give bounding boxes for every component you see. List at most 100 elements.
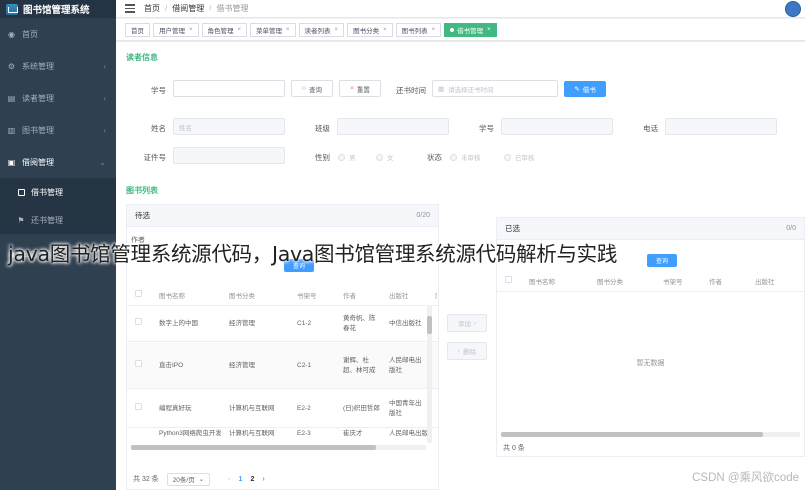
chevron-left-icon: ‹ (103, 61, 106, 71)
next-page-icon[interactable]: › (262, 476, 264, 483)
square-icon (17, 188, 25, 196)
select-all-checkbox[interactable] (505, 276, 512, 283)
breadcrumb-home[interactable]: 首页 (144, 3, 160, 14)
borrow-icon: ▣ (7, 157, 16, 167)
return-time-label: 还书时间 (396, 86, 426, 95)
selected-pagination: 共 0 条 (497, 440, 804, 456)
status-label: 状态 (427, 153, 442, 162)
selected-table-header: 图书名称 图书分类 书架号 作者 出版社 (497, 270, 804, 292)
sidebar-item-books[interactable]: ▥ 图书管理 ‹ (0, 114, 116, 146)
name-input[interactable]: 姓名 (173, 118, 285, 135)
close-icon[interactable]: × (286, 27, 290, 33)
status-unreviewed-radio[interactable]: 未审核 (450, 152, 481, 162)
total-count: 共 32 条 (133, 476, 159, 483)
total-count: 共 0 条 (503, 445, 525, 452)
row-checkbox[interactable] (135, 403, 142, 410)
books-section-title: 图书列表 (126, 186, 158, 195)
sidebar-item-borrow-books[interactable]: 借书管理 (0, 178, 116, 206)
avatar[interactable] (785, 1, 801, 17)
reader-icon: ▤ (7, 93, 16, 103)
page-2[interactable]: 2 (250, 476, 254, 483)
breadcrumb: 首页 / 借阅管理 / 借书管理 (144, 3, 249, 14)
tag-home[interactable]: 首页 (125, 22, 150, 37)
available-title: 待选 (135, 211, 150, 220)
chevron-down-icon: ⌄ (99, 157, 106, 167)
tag-books[interactable]: 图书列表 × (395, 22, 442, 37)
breadcrumb-current: 借书管理 (216, 4, 249, 13)
row-checkbox[interactable] (135, 360, 142, 367)
watermark: CSDN @乘风欲code (692, 472, 799, 484)
horizontal-scrollbar[interactable] (131, 445, 426, 450)
available-pagination: 共 32 条 20条/页 ⌄ ‹ 1 2 › (127, 469, 438, 489)
reset-button[interactable]: × 重置 (339, 80, 381, 97)
tag-readers[interactable]: 读者列表 × (298, 22, 345, 37)
close-icon[interactable]: × (335, 27, 339, 33)
class-label: 班级 (315, 124, 330, 133)
app-title: 图书馆管理系统 (23, 5, 90, 16)
status-reviewed-radio[interactable]: 已审核 (504, 152, 535, 162)
chevron-left-icon: ‹ (103, 125, 106, 135)
close-icon[interactable]: × (238, 27, 242, 33)
page-1[interactable]: 1 (239, 476, 243, 483)
tag-roles[interactable]: 角色管理 × (201, 22, 248, 37)
edit-icon: ✎ (574, 86, 580, 93)
tag-users[interactable]: 用户管理 × (153, 22, 199, 37)
vertical-scrollbar[interactable] (427, 306, 432, 443)
brand[interactable]: 图书馆管理系统 (0, 0, 116, 18)
library-logo-icon (6, 3, 18, 15)
sidebar-item-borrow[interactable]: ▣ 借阅管理 ⌄ (0, 146, 116, 178)
gender-male-radio[interactable]: 男 (338, 152, 356, 162)
breadcrumb-parent: 借阅管理 (172, 4, 205, 13)
borrow-button[interactable]: ✎ 借书 (564, 81, 606, 97)
student-id-input[interactable] (173, 80, 285, 97)
available-books-header: 待选 0/20 (127, 205, 438, 227)
page-size-select[interactable]: 20条/页 ⌄ (166, 472, 211, 486)
chevron-right-icon: › (473, 319, 477, 327)
prev-page-icon[interactable]: ‹ (228, 476, 230, 483)
close-icon[interactable]: × (383, 27, 387, 33)
available-table-header: 图书名称 图书分类 书架号 作者 出版社 库 (127, 284, 438, 306)
tag-categories[interactable]: 图书分类 × (347, 22, 393, 37)
sidebar-item-home[interactable]: ◉ 首页 (0, 18, 116, 50)
search-icon: ○ (302, 85, 306, 92)
tags-bar: 首页 用户管理 × 角色管理 × 菜单管理 × 读者列表 × 图书分类 × 图书列表 × 借… (116, 19, 805, 41)
row-checkbox[interactable] (135, 318, 142, 325)
search-button[interactable]: ○ 查询 (291, 80, 333, 97)
sidebar-item-readers[interactable]: ▤ 读者管理 ‹ (0, 82, 116, 114)
sidebar-item-return-books[interactable]: ⚑ 还书管理 (0, 206, 116, 234)
gender-label: 性别 (315, 153, 330, 162)
close-icon[interactable]: × (487, 27, 491, 33)
id-card-input[interactable] (173, 147, 285, 164)
selected-count: 0/0 (786, 225, 796, 232)
tag-menus[interactable]: 菜单管理 × (250, 22, 296, 37)
close-icon[interactable]: × (189, 27, 193, 33)
dashboard-icon: ◉ (8, 29, 15, 39)
return-time-input[interactable]: ▦ 请选择还书时间 (432, 80, 558, 97)
horizontal-scrollbar[interactable] (501, 432, 800, 437)
close-icon[interactable]: × (432, 27, 436, 33)
table-row[interactable]: 数字上的中国 经济管理 C1-2 黄奇帆、陈春花 中信出版社 (127, 306, 438, 342)
student-id-label: 学号 (151, 86, 166, 95)
table-row[interactable]: Python3网络爬虫开发实战 计算机与互联网 E2-3 崔庆才 人民邮电出版社 (127, 429, 438, 443)
add-button[interactable]: 添加 › (447, 314, 487, 332)
empty-state: 暂无数据 (636, 360, 665, 367)
select-all-checkbox[interactable] (135, 290, 142, 297)
hamburger-icon[interactable] (125, 4, 135, 13)
chevron-left-icon: ‹ (103, 93, 106, 103)
phone-input[interactable] (665, 118, 777, 135)
overlay-title: java图书馆管理系统源代码，Java图书馆管理系统源代码解析与实践 (8, 242, 618, 266)
id-card-label: 证件号 (143, 153, 167, 162)
tag-borrow[interactable]: 借书管理 × (444, 22, 497, 37)
remove-button[interactable]: ‹ 删除 (447, 342, 487, 360)
table-row[interactable]: 编程真好玩 计算机与互联网 E2-2 (日)织田哲郎 中国青年出版社 (127, 390, 438, 428)
gender-female-radio[interactable]: 女 (376, 152, 394, 162)
name-label: 姓名 (151, 124, 166, 133)
books-icon: ▥ (7, 125, 16, 135)
class-input[interactable] (337, 118, 449, 135)
student-id2-label: 学号 (479, 124, 494, 133)
close-icon: × (350, 85, 354, 92)
table-row[interactable]: 直击IPO 经济管理 C2-1 谢辉、杜超、林可成 人民邮电出版社 (127, 343, 438, 389)
selected-title: 已选 (505, 224, 520, 233)
sidebar-item-system[interactable]: ⚙ 系统管理 ‹ (0, 50, 116, 82)
student-id2-input[interactable] (501, 118, 613, 135)
